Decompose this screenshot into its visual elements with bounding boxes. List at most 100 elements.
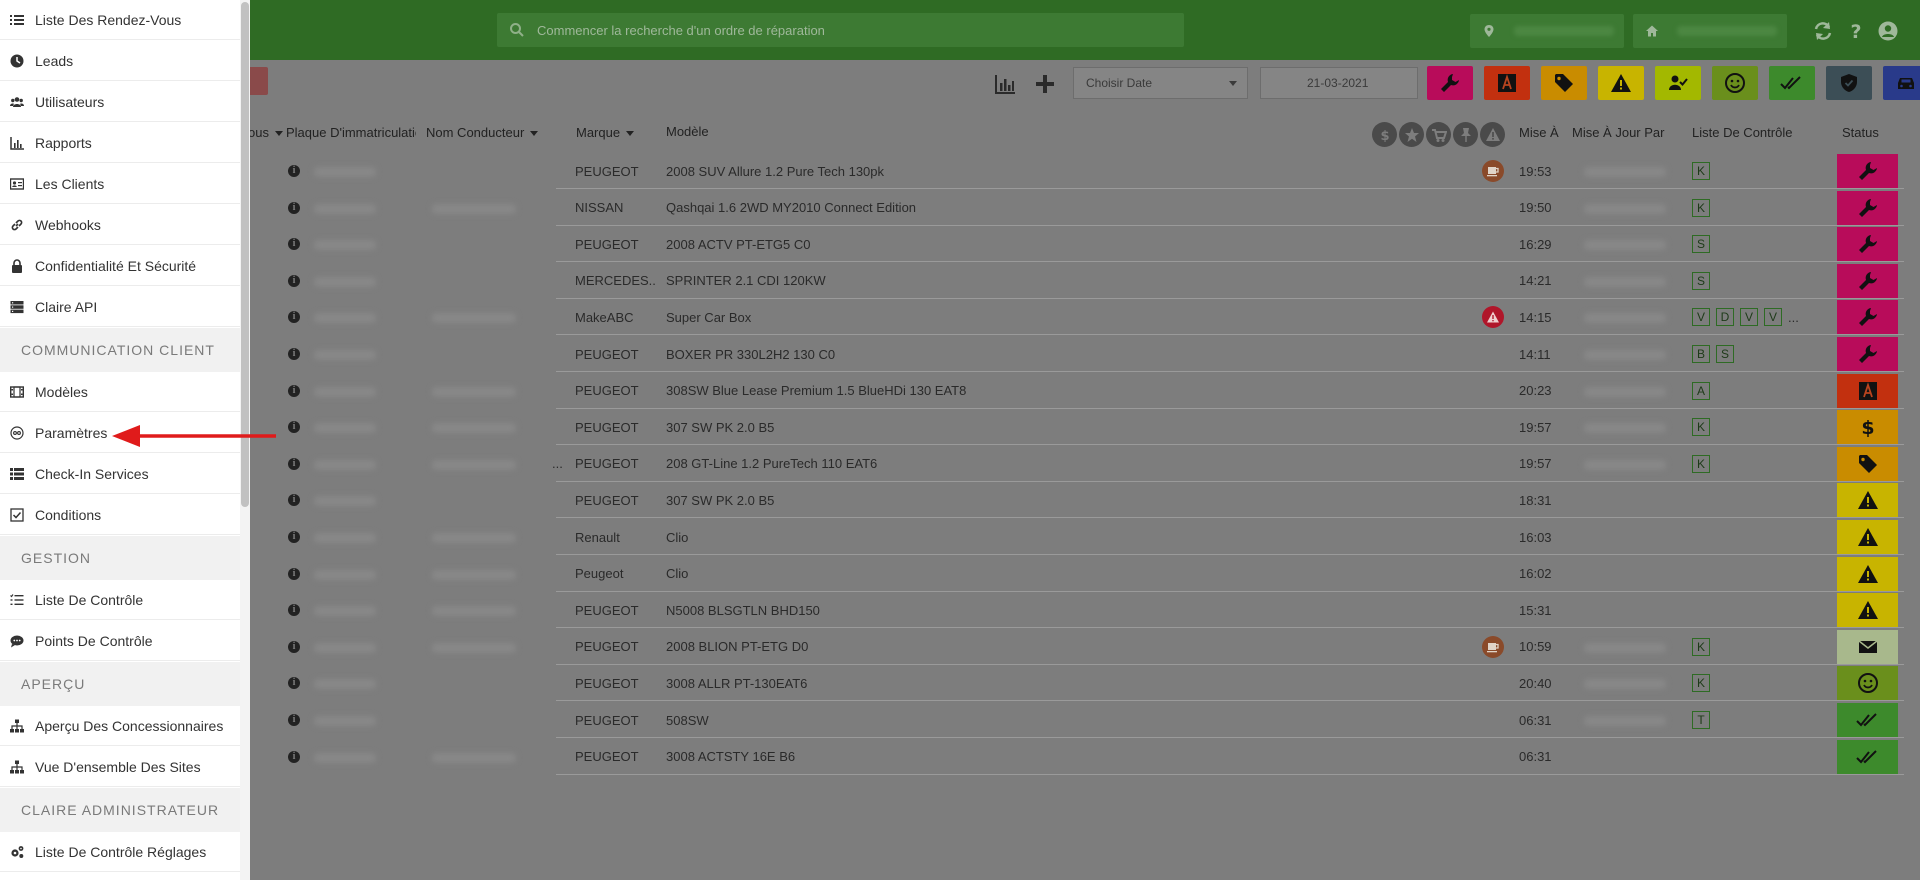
checklist-badge[interactable]: K: [1692, 162, 1710, 180]
table-row[interactable]: i MakeABC Super Car Box 14:15 V D V V...: [244, 299, 1904, 336]
pin-filter-icon[interactable]: [1453, 122, 1478, 147]
sidebar-item-modeles[interactable]: Modèles: [0, 372, 240, 412]
checklist-badge[interactable]: A: [1692, 381, 1710, 400]
checklist-badge[interactable]: V: [1764, 308, 1782, 327]
checklist-badge[interactable]: T: [1692, 711, 1710, 729]
cart-filter-icon[interactable]: [1426, 122, 1451, 147]
table-row[interactable]: i PEUGEOT BOXER PR 330L2H2 130 C0 14:11 B S: [244, 336, 1904, 372]
info-icon[interactable]: i: [288, 494, 300, 507]
info-icon[interactable]: i: [288, 567, 300, 580]
sidebar-item-liste-de-controle[interactable]: Liste De Contrôle: [0, 580, 240, 620]
info-icon[interactable]: i: [288, 384, 300, 397]
checklist-badge[interactable]: K: [1692, 674, 1710, 693]
filter-button-warning[interactable]: [1598, 66, 1644, 100]
checklist-badge[interactable]: D: [1716, 308, 1734, 327]
sidebar-item-confidentialite-et-securite[interactable]: Confidentialité Et Sécurité: [0, 246, 240, 286]
column-header-updated-by[interactable]: Mise À Jour Par: [1572, 125, 1664, 140]
sidebar-item-leads[interactable]: Leads: [0, 41, 240, 81]
sidebar-item-les-clients[interactable]: Les Clients: [0, 164, 240, 204]
table-row[interactable]: i... PEUGEOT 208 GT-Line 1.2 PureTech 110 …: [244, 446, 1904, 482]
sidebar-item-conditions[interactable]: Conditions: [0, 495, 240, 535]
table-row[interactable]: i PEUGEOT N5008 BLSGTLN BHD150 15:31: [244, 592, 1904, 629]
sidebar-item-claire-api[interactable]: Claire API: [0, 287, 240, 327]
star-filter-icon[interactable]: [1399, 122, 1424, 147]
status-cell[interactable]: [1837, 446, 1898, 481]
info-icon[interactable]: i: [288, 311, 300, 324]
info-icon[interactable]: i: [288, 714, 300, 726]
checklist-badge[interactable]: K: [1692, 637, 1710, 656]
column-header-status[interactable]: Status: [1842, 125, 1879, 140]
table-row[interactable]: i PEUGEOT 508SW 06:31 T: [244, 702, 1904, 738]
refresh-icon[interactable]: [1812, 20, 1834, 42]
table-row[interactable]: i NISSAN Qashqai 1.6 2WD MY2010 Connect Ed…: [244, 190, 1904, 226]
status-cell[interactable]: [1837, 337, 1898, 371]
info-icon[interactable]: i: [288, 457, 300, 470]
checklist-badge[interactable]: K: [1692, 454, 1710, 473]
status-cell[interactable]: [1837, 593, 1898, 628]
info-icon[interactable]: i: [288, 348, 300, 360]
sidebar-item-utilisateurs[interactable]: Utilisateurs: [0, 82, 240, 122]
date-value-field[interactable]: 21-03-2021: [1260, 67, 1418, 99]
status-cell[interactable]: $: [1837, 410, 1898, 445]
filter-button-wrench[interactable]: [1427, 66, 1473, 100]
info-icon[interactable]: i: [288, 421, 300, 434]
status-cell[interactable]: [1837, 373, 1898, 408]
column-header-checklist[interactable]: Liste De Contrôle: [1692, 125, 1792, 140]
info-icon[interactable]: i: [288, 238, 300, 251]
info-icon[interactable]: i: [288, 531, 300, 543]
bar-chart-icon[interactable]: [993, 72, 1017, 96]
table-row[interactable]: i PEUGEOT 307 SW PK 2.0 B5 18:31: [244, 482, 1904, 519]
status-cell[interactable]: [1837, 227, 1898, 262]
sidebar-item-apercu-des-concessionnaires[interactable]: Aperçu Des Concessionnaires: [0, 706, 240, 746]
sidebar-item-liste-de-controle-reglages[interactable]: Liste De Contrôle Réglages: [0, 832, 240, 872]
filter-button-car[interactable]: [1883, 66, 1920, 100]
checklist-badge[interactable]: K: [1692, 198, 1710, 217]
checklist-badge[interactable]: V: [1740, 308, 1758, 327]
checklist-badge[interactable]: S: [1692, 235, 1710, 254]
status-cell[interactable]: [1837, 666, 1898, 701]
column-header-brand[interactable]: Marque: [576, 125, 635, 140]
column-header-driver[interactable]: Nom Conducteur: [426, 125, 539, 140]
table-row[interactable]: i PEUGEOT 3008 ACTSTY 16E B6 06:31: [244, 739, 1904, 775]
filter-button-shield[interactable]: [1826, 66, 1872, 100]
table-row[interactable]: i PEUGEOT 308SW Blue Lease Premium 1.5 Blu…: [244, 373, 1904, 409]
info-icon[interactable]: i: [288, 165, 300, 177]
checklist-badge[interactable]: B: [1692, 345, 1710, 363]
info-icon[interactable]: i: [288, 750, 300, 763]
user-account-icon[interactable]: [1877, 20, 1899, 42]
warning-filter-icon[interactable]: [1480, 122, 1505, 147]
site-selector[interactable]: [1633, 14, 1787, 48]
repair-order-search[interactable]: Commencer la recherche d'un ordre de rép…: [497, 13, 1184, 47]
status-cell[interactable]: [1837, 190, 1898, 225]
date-picker-select[interactable]: Choisir Date: [1073, 67, 1248, 99]
status-cell[interactable]: [1837, 300, 1898, 335]
filter-button-double-check[interactable]: [1769, 66, 1815, 100]
table-row[interactable]: i PEUGEOT 3008 ALLR PT-130EAT6 20:40 K: [244, 665, 1904, 702]
status-cell[interactable]: [1837, 556, 1898, 591]
status-cell[interactable]: [1837, 263, 1898, 298]
column-header-0[interactable]: ous: [248, 125, 283, 140]
sidebar-item-points-de-controle[interactable]: Points De Contrôle: [0, 621, 240, 661]
filter-button-user-check[interactable]: [1655, 66, 1701, 100]
checklist-badge[interactable]: S: [1716, 345, 1734, 363]
filter-button-smiley[interactable]: [1712, 66, 1758, 100]
filter-button-tag[interactable]: [1541, 66, 1587, 100]
status-cell[interactable]: [1837, 629, 1898, 664]
table-row[interactable]: i Peugeot Clio 16:02: [244, 556, 1904, 592]
location-selector[interactable]: [1470, 14, 1624, 48]
sidebar-item-liste-des-rendez-vous[interactable]: Liste Des Rendez-Vous: [0, 0, 240, 40]
status-cell[interactable]: [1837, 154, 1898, 188]
info-icon[interactable]: i: [288, 604, 300, 617]
status-cell[interactable]: [1837, 483, 1898, 518]
sidebar-item-webhooks[interactable]: Webhooks: [0, 205, 240, 245]
search-input[interactable]: Commencer la recherche d'un ordre de rép…: [537, 23, 825, 38]
status-cell[interactable]: [1837, 520, 1898, 554]
checklist-badge[interactable]: V: [1692, 308, 1710, 327]
column-header-plate[interactable]: Plaque D'immatriculatic: [286, 125, 416, 140]
dollar-filter-icon[interactable]: $: [1372, 122, 1397, 147]
sidebar-item-check-in-services[interactable]: Check-In Services: [0, 454, 240, 494]
table-row[interactable]: i PEUGEOT 2008 BLION PT-ETG D0 10:59 K: [244, 629, 1904, 665]
table-row[interactable]: i MERCEDES... SPRINTER 2.1 CDI 120KW 14:21 S: [244, 263, 1904, 299]
info-icon[interactable]: i: [288, 677, 300, 690]
info-icon[interactable]: i: [288, 201, 300, 214]
